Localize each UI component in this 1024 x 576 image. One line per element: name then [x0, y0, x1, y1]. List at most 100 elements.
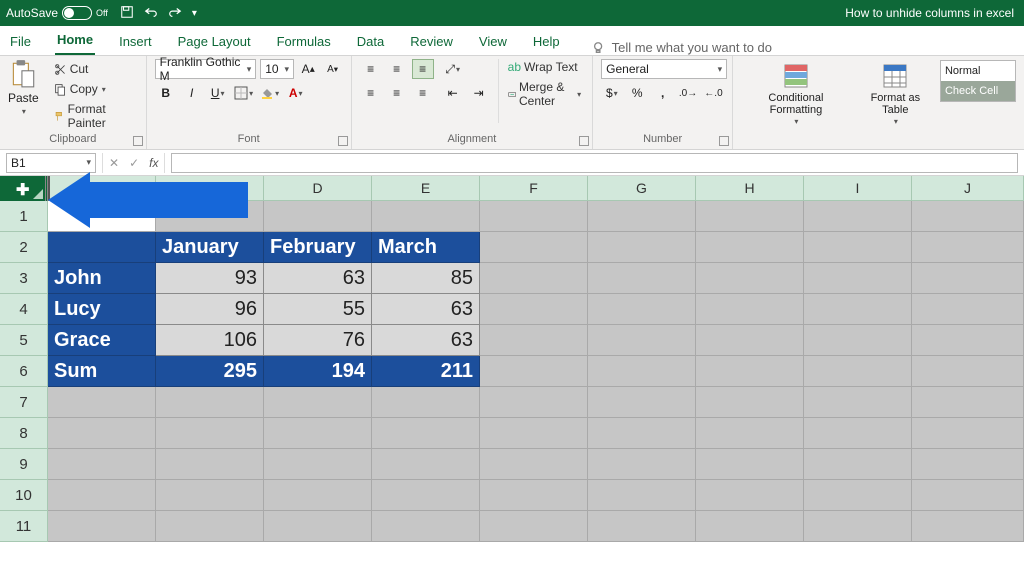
cell[interactable] — [480, 418, 588, 449]
table-header[interactable]: March — [372, 232, 480, 263]
cell[interactable] — [480, 294, 588, 325]
cell[interactable] — [372, 387, 480, 418]
col-header-g[interactable]: G — [588, 176, 696, 201]
percent-format-icon[interactable]: % — [627, 83, 648, 103]
cell[interactable] — [372, 418, 480, 449]
cell[interactable] — [48, 480, 156, 511]
fill-color-button[interactable]: ▾ — [259, 83, 281, 103]
row-header-3[interactable]: 3 — [0, 263, 48, 294]
font-name-combo[interactable]: Franklin Gothic M▾ — [155, 59, 257, 79]
cell[interactable] — [480, 325, 588, 356]
row-header-5[interactable]: 5 — [0, 325, 48, 356]
cell[interactable] — [480, 201, 588, 232]
clipboard-dialog-launcher[interactable] — [133, 136, 143, 146]
cell[interactable] — [696, 263, 804, 294]
cancel-formula-icon[interactable]: ✕ — [109, 156, 119, 170]
cell[interactable] — [480, 263, 588, 294]
worksheet[interactable]: ✚ D E F G H I J 1 2 — [0, 176, 1024, 542]
accounting-format-icon[interactable]: $▾ — [601, 83, 622, 103]
comma-format-icon[interactable]: , — [652, 83, 673, 103]
cell[interactable] — [912, 294, 1024, 325]
italic-button[interactable]: I — [181, 83, 203, 103]
chevron-down-icon[interactable]: ▾ — [22, 107, 26, 116]
table-sum-cell[interactable]: 194 — [264, 356, 372, 387]
col-header-f[interactable]: F — [480, 176, 588, 201]
align-middle-icon[interactable]: ≡ — [386, 59, 408, 79]
tab-home[interactable]: Home — [55, 26, 95, 55]
cell[interactable] — [156, 511, 264, 542]
font-size-combo[interactable]: 10▾ — [260, 59, 294, 79]
style-check-cell[interactable]: Check Cell — [941, 81, 1015, 101]
cell[interactable] — [696, 480, 804, 511]
table-sum-cell[interactable]: 211 — [372, 356, 480, 387]
cell[interactable] — [912, 480, 1024, 511]
decrease-indent-icon[interactable]: ⇤ — [442, 83, 464, 103]
enter-formula-icon[interactable]: ✓ — [129, 156, 139, 170]
cell[interactable] — [156, 387, 264, 418]
cell[interactable] — [696, 325, 804, 356]
tab-data[interactable]: Data — [355, 28, 386, 55]
cell[interactable] — [912, 511, 1024, 542]
cell[interactable] — [48, 387, 156, 418]
name-box[interactable]: B1▾ — [6, 153, 96, 173]
cell[interactable] — [480, 356, 588, 387]
cell[interactable] — [156, 480, 264, 511]
cell[interactable] — [804, 387, 912, 418]
cell[interactable] — [588, 232, 696, 263]
number-dialog-launcher[interactable] — [719, 136, 729, 146]
paste-button[interactable]: Paste ▾ — [8, 59, 45, 116]
cell[interactable] — [804, 418, 912, 449]
redo-icon[interactable] — [168, 5, 182, 22]
row-header-2[interactable]: 2 — [0, 232, 48, 263]
cell[interactable] — [372, 511, 480, 542]
cell-styles-gallery[interactable]: Normal Check Cell — [940, 60, 1016, 102]
save-icon[interactable] — [120, 5, 134, 22]
cell[interactable] — [696, 449, 804, 480]
col-header-e[interactable]: E — [372, 176, 480, 201]
cell[interactable] — [48, 511, 156, 542]
borders-button[interactable]: ▾ — [233, 83, 255, 103]
decrease-font-icon[interactable]: A▾ — [322, 59, 342, 79]
cell[interactable] — [588, 325, 696, 356]
cell[interactable] — [480, 480, 588, 511]
cell[interactable] — [480, 232, 588, 263]
cell[interactable] — [696, 356, 804, 387]
tab-formulas[interactable]: Formulas — [275, 28, 333, 55]
align-bottom-icon[interactable]: ≡ — [412, 59, 434, 79]
fx-icon[interactable]: fx — [149, 156, 158, 170]
cell[interactable] — [912, 387, 1024, 418]
cell[interactable] — [588, 356, 696, 387]
cell[interactable] — [372, 201, 480, 232]
cell[interactable] — [912, 449, 1024, 480]
cell[interactable] — [696, 294, 804, 325]
cell[interactable] — [264, 511, 372, 542]
font-color-button[interactable]: A▾ — [285, 83, 307, 103]
cell[interactable] — [480, 387, 588, 418]
align-left-icon[interactable]: ≡ — [360, 83, 382, 103]
cell[interactable] — [804, 480, 912, 511]
cell[interactable] — [264, 387, 372, 418]
cell[interactable] — [372, 480, 480, 511]
align-right-icon[interactable]: ≡ — [412, 83, 434, 103]
table-sum-cell[interactable]: 295 — [156, 356, 264, 387]
row-header-4[interactable]: 4 — [0, 294, 48, 325]
cell[interactable] — [696, 201, 804, 232]
undo-icon[interactable] — [144, 5, 158, 22]
cell[interactable] — [912, 356, 1024, 387]
cell[interactable] — [264, 201, 372, 232]
tell-me-search[interactable]: Tell me what you want to do — [592, 40, 772, 55]
cell[interactable] — [588, 418, 696, 449]
cell[interactable] — [804, 511, 912, 542]
copy-button[interactable]: Copy▾ — [51, 81, 138, 97]
cell[interactable] — [588, 511, 696, 542]
cell[interactable] — [804, 263, 912, 294]
tab-review[interactable]: Review — [408, 28, 455, 55]
autosave-toggle[interactable]: AutoSave Off — [6, 6, 108, 20]
cell[interactable] — [588, 294, 696, 325]
table-cell[interactable]: 76 — [264, 325, 372, 356]
increase-decimal-icon[interactable]: .0→ — [677, 83, 698, 103]
tab-file[interactable]: File — [8, 28, 33, 55]
orientation-icon[interactable]: ⤢▾ — [442, 59, 464, 79]
bold-button[interactable]: B — [155, 83, 177, 103]
increase-font-icon[interactable]: A▴ — [298, 59, 318, 79]
